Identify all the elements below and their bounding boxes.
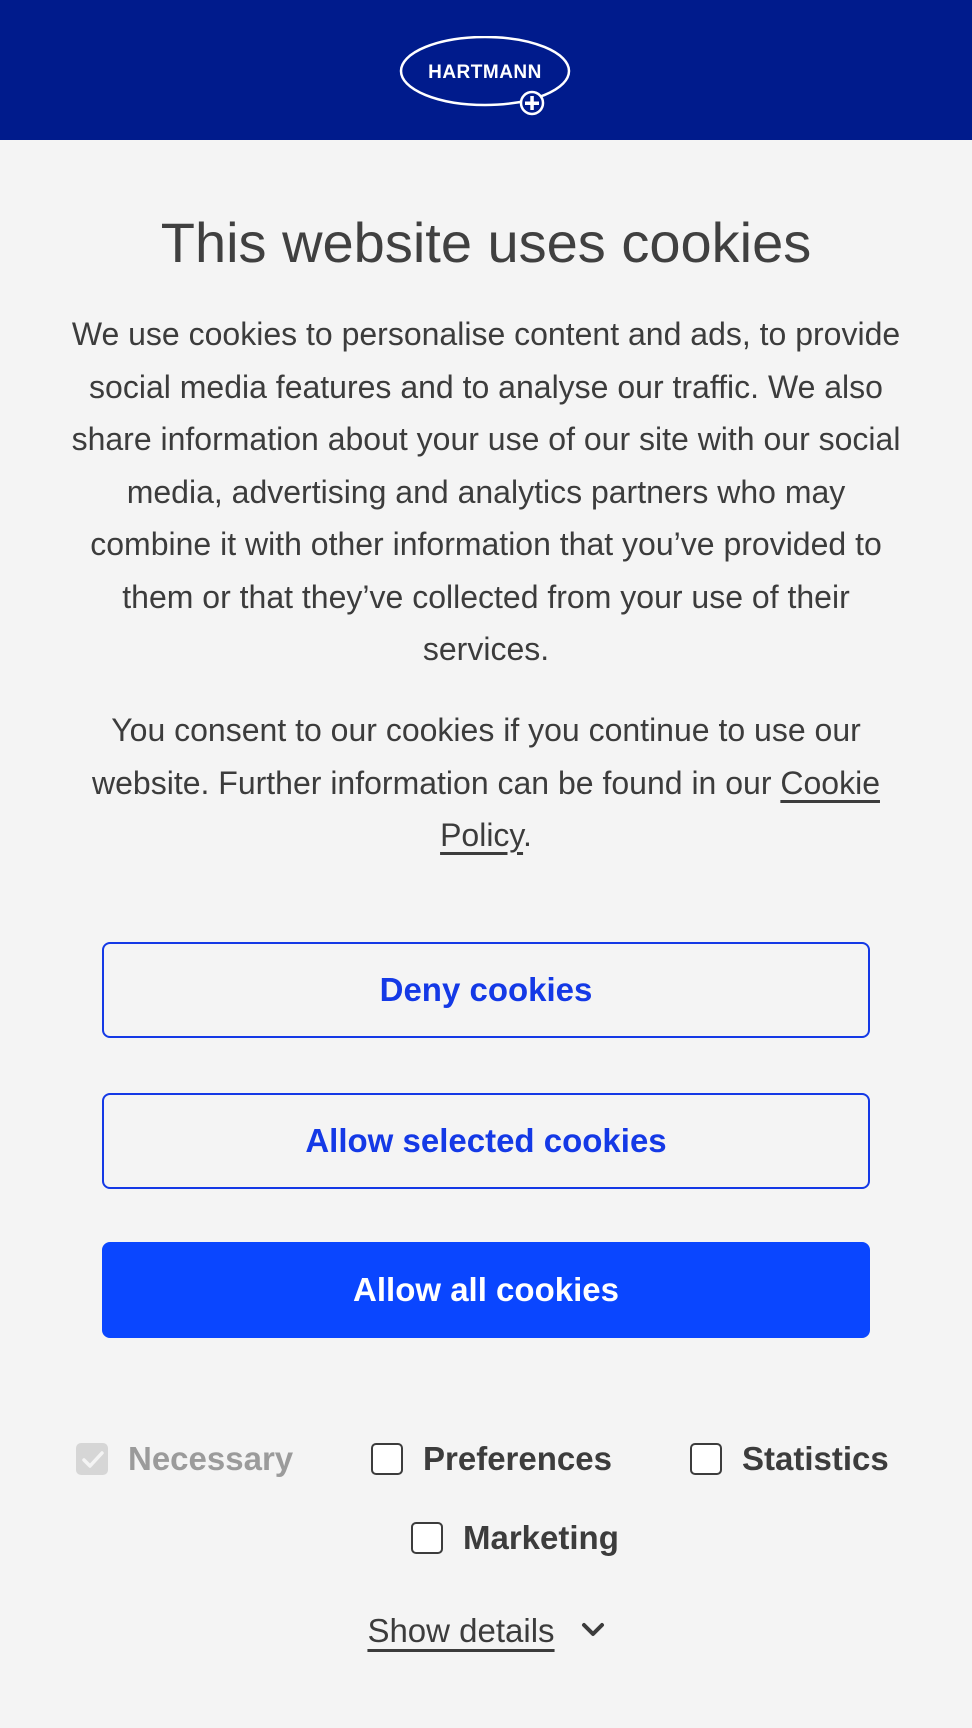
statistics-checkbox[interactable] bbox=[690, 1443, 722, 1475]
cookie-description: We use cookies to personalise content an… bbox=[71, 316, 901, 667]
allow-selected-cookies-button[interactable]: Allow selected cookies bbox=[102, 1093, 870, 1189]
consent-notice-text: You consent to our cookies if you contin… bbox=[92, 712, 861, 801]
necessary-checkbox bbox=[76, 1443, 108, 1475]
dialog-title: This website uses cookies bbox=[160, 211, 812, 274]
chevron-down-icon[interactable] bbox=[581, 1622, 605, 1638]
allow-all-cookies-button[interactable]: Allow all cookies bbox=[102, 1242, 870, 1338]
consent-notice: You consent to our cookies if you contin… bbox=[66, 704, 906, 862]
site-header: HARTMANN bbox=[0, 0, 972, 140]
show-details-toggle[interactable]: Show details bbox=[0, 1606, 972, 1656]
deny-cookies-button[interactable]: Deny cookies bbox=[102, 942, 870, 1038]
hartmann-logo: HARTMANN bbox=[398, 36, 572, 116]
marketing-option[interactable]: Marketing bbox=[411, 1516, 619, 1560]
marketing-label[interactable]: Marketing bbox=[463, 1519, 619, 1557]
necessary-option: Necessary bbox=[76, 1437, 293, 1481]
logo-text: HARTMANN bbox=[428, 62, 542, 83]
statistics-option[interactable]: Statistics bbox=[690, 1437, 889, 1481]
preferences-checkbox[interactable] bbox=[371, 1443, 403, 1475]
marketing-checkbox[interactable] bbox=[411, 1522, 443, 1554]
necessary-label: Necessary bbox=[128, 1440, 294, 1477]
consent-notice-end: . bbox=[523, 817, 532, 853]
preferences-label[interactable]: Preferences bbox=[423, 1440, 612, 1478]
show-details-link[interactable]: Show details bbox=[367, 1612, 554, 1649]
checkmark-icon bbox=[82, 1451, 104, 1468]
preferences-option[interactable]: Preferences bbox=[371, 1437, 612, 1481]
statistics-label[interactable]: Statistics bbox=[742, 1440, 889, 1478]
